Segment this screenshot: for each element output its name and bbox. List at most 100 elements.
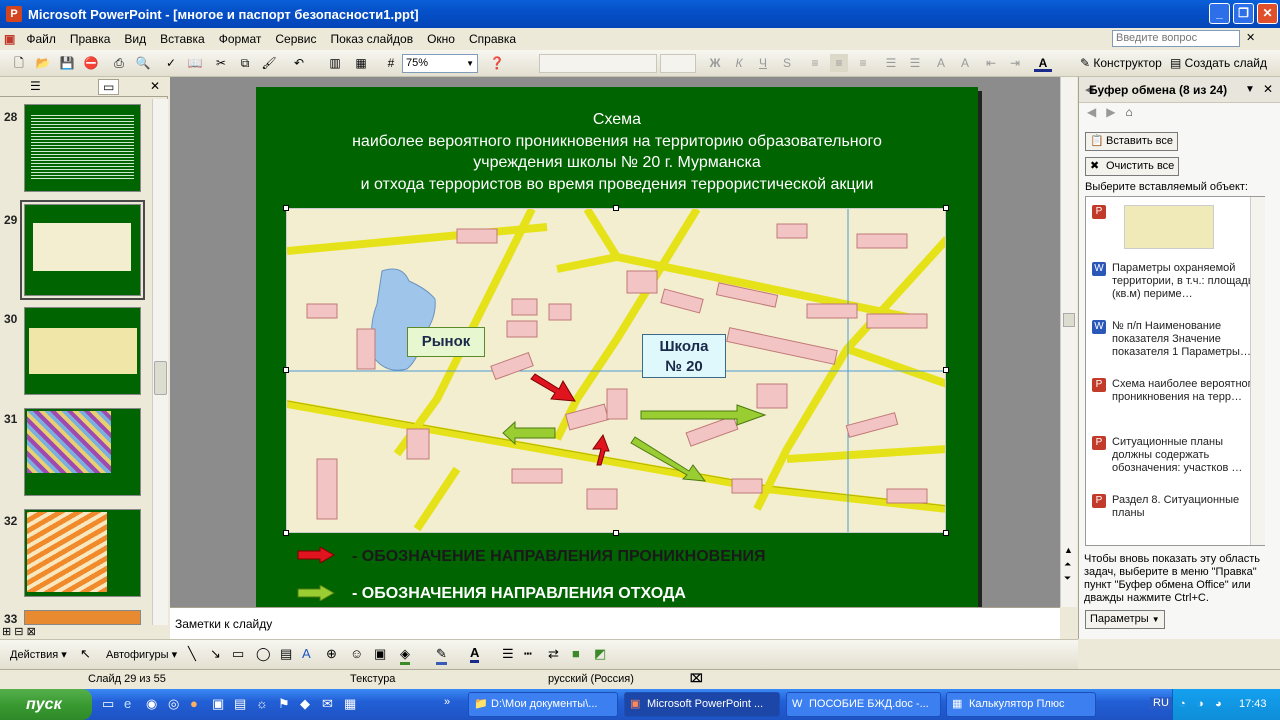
font-color-icon[interactable]: A — [470, 645, 480, 663]
quicklaunch-expand-icon[interactable]: » — [444, 696, 450, 708]
powerpoint-app-icon[interactable]: P — [6, 6, 22, 22]
menu-edit[interactable]: Правка — [63, 32, 118, 46]
selection-handle[interactable] — [613, 205, 619, 211]
start-button[interactable]: пуск — [0, 689, 92, 720]
line-color-icon[interactable]: ✎ — [436, 646, 447, 665]
task-calculator[interactable]: ▦ Калькулятор Плюс — [946, 692, 1096, 717]
arrow-icon[interactable]: ↘ — [210, 646, 221, 662]
font-color-icon[interactable]: A — [1034, 54, 1052, 72]
underline-icon[interactable]: Ч — [754, 54, 772, 72]
undo-icon[interactable]: ↶ — [290, 54, 308, 72]
decrease-font-icon[interactable]: A — [956, 54, 974, 72]
normal-view-icon[interactable]: ⊞ — [2, 626, 11, 638]
selection-handle[interactable] — [613, 530, 619, 536]
task-explorer[interactable]: 📁 D:\Мои документы\... — [468, 692, 618, 717]
selection-handle[interactable] — [283, 530, 289, 536]
outline-tab-icon[interactable]: ☰ — [30, 79, 41, 93]
select-pointer-icon[interactable]: ↖ — [80, 646, 91, 662]
next-slide-icon[interactable]: ⏷ — [1064, 573, 1071, 584]
selection-handle[interactable] — [283, 367, 289, 373]
menu-file[interactable]: Файл — [19, 32, 63, 46]
slides-tab-icon[interactable]: ▭ — [98, 79, 120, 95]
quicklaunch-app-icon[interactable]: ✉ — [322, 696, 333, 712]
research-icon[interactable]: 📖 — [186, 54, 204, 72]
textbox-icon[interactable]: ▤ — [280, 646, 292, 662]
spelling-icon[interactable]: ✓ — [162, 54, 180, 72]
situation-map[interactable]: Рынок Школа № 20 — [286, 208, 946, 533]
bold-icon[interactable]: Ж — [706, 54, 724, 72]
slide-thumbnail-33[interactable] — [24, 610, 141, 625]
tray-icon[interactable]: ◕ — [1215, 689, 1222, 720]
clipboard-item[interactable]: P Схема наиболее вероятного проникновения… — [1092, 378, 1264, 404]
legend-penetration[interactable]: - ОБОЗНАЧЕНИЕ НАПРАВЛЕНИЯ ПРОНИКНОВЕНИЯ — [352, 548, 765, 566]
line-style-icon[interactable]: ☰ — [502, 646, 514, 662]
tray-icon[interactable]: ◔ — [1179, 689, 1186, 720]
quicklaunch-app-icon[interactable]: ◎ — [168, 696, 179, 712]
shadow-icon[interactable]: S — [778, 54, 796, 72]
menu-view[interactable]: Вид — [117, 32, 153, 46]
new-icon[interactable]: 🗋 — [10, 54, 28, 72]
quicklaunch-app-icon[interactable]: ▣ — [212, 696, 224, 712]
clear-all-button[interactable]: ✖ Очистить все — [1085, 157, 1180, 176]
print-icon[interactable]: ⎙ — [110, 54, 128, 72]
font-select[interactable] — [539, 54, 657, 73]
save-icon[interactable]: 💾 — [58, 54, 76, 72]
clipboard-item[interactable]: W Параметры охраняемой территории, в т.ч.… — [1092, 262, 1264, 301]
quicklaunch-app-icon[interactable]: ▤ — [234, 696, 246, 712]
autoshapes-menu[interactable]: Автофигуры ▾ — [106, 648, 177, 661]
language-indicator[interactable]: RU — [1150, 697, 1172, 709]
clipart-icon[interactable]: ☺ — [350, 646, 363, 661]
3d-style-icon[interactable]: ◩ — [594, 646, 606, 662]
clipboard-item[interactable]: P — [1092, 205, 1264, 251]
zoom-select[interactable]: 75% ▼ — [402, 54, 478, 73]
shadow-style-icon[interactable]: ■ — [572, 646, 580, 661]
actions-menu[interactable]: Действия ▾ — [10, 648, 67, 661]
scroll-up-icon[interactable]: ▲ — [1064, 545, 1073, 555]
oval-icon[interactable]: ◯ — [256, 646, 271, 662]
arrow-style-icon[interactable]: ⇄ — [548, 646, 559, 662]
align-left-icon[interactable]: ≡ — [806, 54, 824, 72]
menu-format[interactable]: Формат — [212, 32, 269, 46]
ask-question-input[interactable]: Введите вопрос — [1112, 30, 1240, 47]
tray-icon[interactable]: ◑ — [1197, 689, 1204, 720]
increase-indent-icon[interactable]: ⇥ — [1006, 54, 1024, 72]
slideshow-view-icon[interactable]: ⊠ — [27, 626, 36, 638]
menu-help[interactable]: Справка — [462, 32, 523, 46]
picture-icon[interactable]: ▣ — [374, 646, 386, 662]
menu-slideshow[interactable]: Показ слайдов — [323, 32, 420, 46]
clipboard-item[interactable]: W № п/п Наименование показателя Значение … — [1092, 320, 1264, 359]
rectangle-icon[interactable]: ▭ — [232, 646, 244, 662]
new-slide-button[interactable]: ▤ Создать слайд — [1170, 56, 1267, 70]
forward-nav-icon[interactable]: ▶ — [1106, 105, 1115, 119]
dash-style-icon[interactable]: ┅ — [524, 646, 532, 662]
school-callout[interactable]: Школа № 20 — [642, 334, 726, 378]
slide-scrollbar[interactable]: ▲ ⏶ ⏷ — [1060, 77, 1077, 607]
slide-thumbnail-28[interactable] — [24, 104, 141, 192]
slide-thumbnail-29[interactable] — [20, 200, 145, 300]
scroll-thumb[interactable] — [1063, 313, 1075, 327]
quicklaunch-desktop-icon[interactable]: ▭ — [102, 696, 114, 712]
menu-insert[interactable]: Вставка — [153, 32, 212, 46]
task-powerpoint[interactable]: ▣ Microsoft PowerPoint ... — [624, 692, 780, 717]
fill-color-icon[interactable]: ◈ — [400, 646, 410, 665]
slide-thumbnail-30[interactable] — [24, 307, 141, 395]
align-right-icon[interactable]: ≡ — [854, 54, 872, 72]
align-center-icon[interactable]: ≡ — [830, 54, 848, 72]
quicklaunch-app-icon[interactable]: ▦ — [344, 696, 356, 712]
document-icon[interactable]: ▣ — [0, 32, 19, 46]
task-word[interactable]: W ПОСОБИЕ БЖД.doc -... — [786, 692, 941, 717]
quicklaunch-app-icon[interactable]: ◉ — [146, 696, 157, 712]
quicklaunch-firefox-icon[interactable]: ● — [190, 696, 198, 711]
menu-window[interactable]: Окно — [420, 32, 462, 46]
italic-icon[interactable]: К — [730, 54, 748, 72]
grid-icon[interactable]: # — [382, 54, 400, 72]
options-button[interactable]: Параметры ▼ — [1085, 610, 1165, 629]
notes-pane[interactable]: Заметки к слайду — [170, 607, 1060, 639]
sorter-view-icon[interactable]: ⊟ — [14, 626, 23, 638]
constructor-button[interactable]: ✎ Конструктор — [1080, 56, 1162, 70]
diagram-icon[interactable]: ⊕ — [326, 646, 337, 662]
line-icon[interactable]: ╲ — [188, 646, 196, 662]
chart-icon[interactable]: ▥ — [326, 54, 344, 72]
home-icon[interactable]: ⌂ — [1126, 105, 1133, 119]
slide-thumbnail-32[interactable] — [24, 509, 141, 597]
